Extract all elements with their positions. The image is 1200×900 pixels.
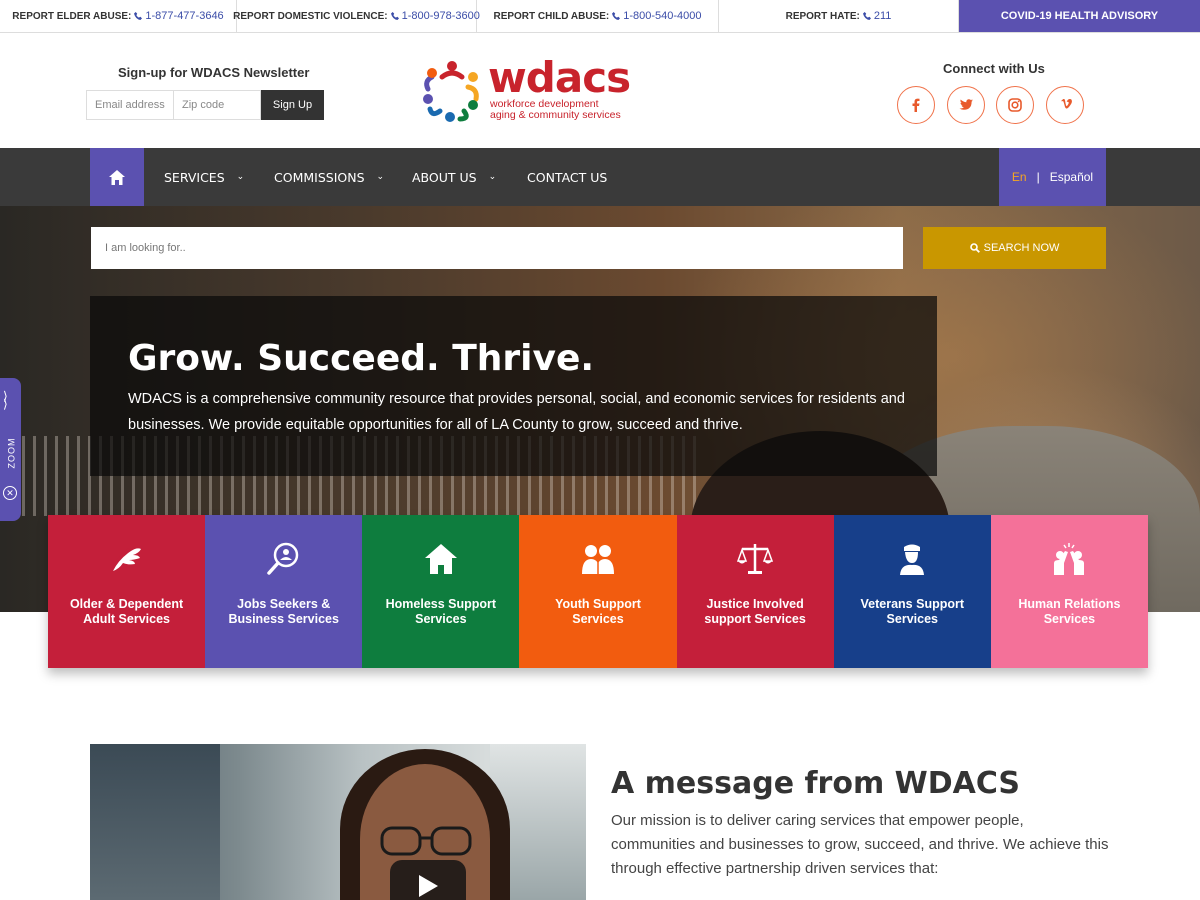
alert-phone-number: 1-800-540-4000 (623, 10, 702, 22)
search-icon (969, 243, 980, 253)
home-icon (109, 169, 125, 185)
video-person-glasses (380, 826, 472, 856)
site-header: Sign-up for WDACS Newsletter Email addre… (0, 33, 1200, 148)
video-background (90, 744, 220, 900)
newsletter-zip-input[interactable]: Zip code (173, 90, 261, 120)
veteran-icon (900, 544, 925, 575)
nav-about-label: ABOUT US (412, 169, 477, 185)
tile-human-relations[interactable]: Human Relations Services (990, 515, 1148, 668)
alert-elder-abuse[interactable]: REPORT ELDER ABUSE: 1-877-477-3646 (0, 0, 237, 32)
phone-icon (134, 12, 143, 20)
alert-domestic-violence[interactable]: REPORT DOMESTIC VIOLENCE: 1-800-978-3600 (233, 0, 480, 32)
wdacs-logo[interactable]: wdacs workforce development aging & comm… (420, 57, 650, 125)
newsletter-title: Sign-up for WDACS Newsletter (118, 65, 310, 80)
tile-label: Older & Dependent Adult Services (69, 597, 184, 626)
nav-services[interactable]: SERVICES ⌄ (164, 148, 244, 206)
logo-people-icon (423, 61, 479, 122)
zoom-label: ZOOM (6, 437, 17, 469)
covid-advisory-label: COVID-19 HEALTH ADVISORY (1000, 10, 1159, 22)
nav-contact-label: CONTACT US (527, 169, 608, 185)
alert-phone[interactable]: 1-877-477-3646 (134, 10, 224, 22)
main-nav: SERVICES ⌄ COMMISSIONS ⌄ ABOUT US ⌄ CONT… (0, 148, 1200, 206)
alert-label: REPORT CHILD ABUSE: (493, 10, 610, 22)
hero-description: WDACS is a comprehensive community resou… (128, 391, 905, 433)
search-input[interactable]: I am looking for.. (91, 227, 903, 269)
language-switcher: En | Español (999, 148, 1106, 206)
video-play-button[interactable] (390, 860, 466, 900)
scales-icon (737, 544, 774, 574)
tile-justice-involved[interactable]: Justice Involved support Services (676, 515, 834, 668)
alert-hate[interactable]: REPORT HATE: 211 (719, 0, 959, 32)
phone-icon (390, 12, 399, 20)
tile-label: Justice Involved support Services (704, 597, 806, 626)
nav-contact-us[interactable]: CONTACT US (527, 148, 607, 206)
alert-bar: REPORT ELDER ABUSE: 1-877-477-3646 REPOR… (0, 0, 1200, 33)
close-icon[interactable]: ✕ (3, 486, 17, 500)
newsletter-signup-button[interactable]: Sign Up (261, 90, 324, 120)
chevron-down-icon: ⌄ (236, 172, 245, 182)
tile-youth-support[interactable]: Youth Support Services (519, 515, 677, 668)
twitter-icon[interactable] (947, 86, 985, 124)
tile-label: Jobs Seekers & Business Services (228, 597, 339, 626)
chevron-down-icon: ⌄ (488, 172, 497, 182)
job-search-icon (266, 542, 298, 575)
alert-phone[interactable]: 211 (862, 10, 892, 22)
zoom-expand-icon: ⟩ ⟩ (3, 389, 8, 411)
chevron-down-icon: ⌄ (376, 172, 385, 182)
alert-child-abuse[interactable]: REPORT CHILD ABUSE: 1-800-540-4000 (477, 0, 719, 32)
alert-label: REPORT DOMESTIC VIOLENCE: (233, 10, 388, 22)
phone-icon (612, 12, 621, 20)
vimeo-icon[interactable] (1046, 86, 1084, 124)
high-five-icon (1054, 543, 1085, 575)
youth-icon (581, 545, 614, 574)
alert-label: REPORT HATE: (785, 10, 860, 22)
alert-phone-number: 1-877-477-3646 (145, 10, 224, 22)
service-tiles: Older & Dependent Adult Services Jobs See… (48, 515, 1148, 668)
logo-tagline-2: aging & community services (490, 109, 621, 121)
house-icon (424, 544, 457, 574)
newsletter-form: Email address Zip code Sign Up (86, 90, 324, 120)
tile-veterans-support[interactable]: Veterans Support Services (833, 515, 991, 668)
hero-title: Grow. Succeed. Thrive. (128, 338, 595, 379)
search-now-button[interactable]: SEARCH NOW (923, 227, 1106, 269)
search-button-label: SEARCH NOW (983, 242, 1060, 254)
tile-label: Human Relations Services (1018, 597, 1121, 626)
helping-hands-icon (112, 548, 141, 571)
zoom-widget[interactable]: ⟩ ⟩ ZOOM ✕ (0, 378, 21, 521)
logo-wordmark: wdacs (488, 53, 631, 102)
alert-phone-number: 211 (873, 10, 892, 22)
alert-phone[interactable]: 1-800-540-4000 (612, 10, 702, 22)
tile-label: Homeless Support Services (385, 597, 497, 626)
alert-phone[interactable]: 1-800-978-3600 (390, 10, 480, 22)
nav-about-us[interactable]: ABOUT US ⌄ (412, 148, 496, 206)
message-video[interactable] (90, 744, 586, 900)
lang-spanish-link[interactable]: Español (1050, 170, 1093, 184)
play-icon (419, 875, 438, 897)
tile-older-dependent-adult[interactable]: Older & Dependent Adult Services (48, 515, 206, 668)
tile-label: Youth Support Services (555, 597, 641, 626)
newsletter-email-input[interactable]: Email address (86, 90, 173, 120)
facebook-icon[interactable] (897, 86, 935, 124)
instagram-icon[interactable] (996, 86, 1034, 124)
connect-title: Connect with Us (943, 61, 1045, 76)
covid-advisory-link[interactable]: COVID-19 HEALTH ADVISORY (959, 0, 1200, 32)
lang-separator: | (1036, 170, 1040, 184)
lang-english-link[interactable]: En (1012, 170, 1027, 184)
nav-services-label: SERVICES (164, 169, 225, 185)
tile-job-seekers-business[interactable]: Jobs Seekers & Business Services (205, 515, 363, 668)
message-title: A message from WDACS (611, 766, 1021, 801)
nav-home-button[interactable] (90, 148, 144, 206)
alert-label: REPORT ELDER ABUSE: (12, 10, 132, 22)
phone-icon (862, 12, 871, 20)
nav-commissions-label: COMMISSIONS (274, 169, 365, 185)
hero-message-box: Grow. Succeed. Thrive. WDACS is a compre… (90, 296, 937, 476)
tile-homeless-support[interactable]: Homeless Support Services (362, 515, 520, 668)
nav-commissions[interactable]: COMMISSIONS ⌄ (274, 148, 384, 206)
alert-phone-number: 1-800-978-3600 (401, 10, 480, 22)
tile-label: Veterans Support Services (860, 597, 965, 626)
message-text: Our mission is to deliver caring service… (611, 812, 1109, 877)
